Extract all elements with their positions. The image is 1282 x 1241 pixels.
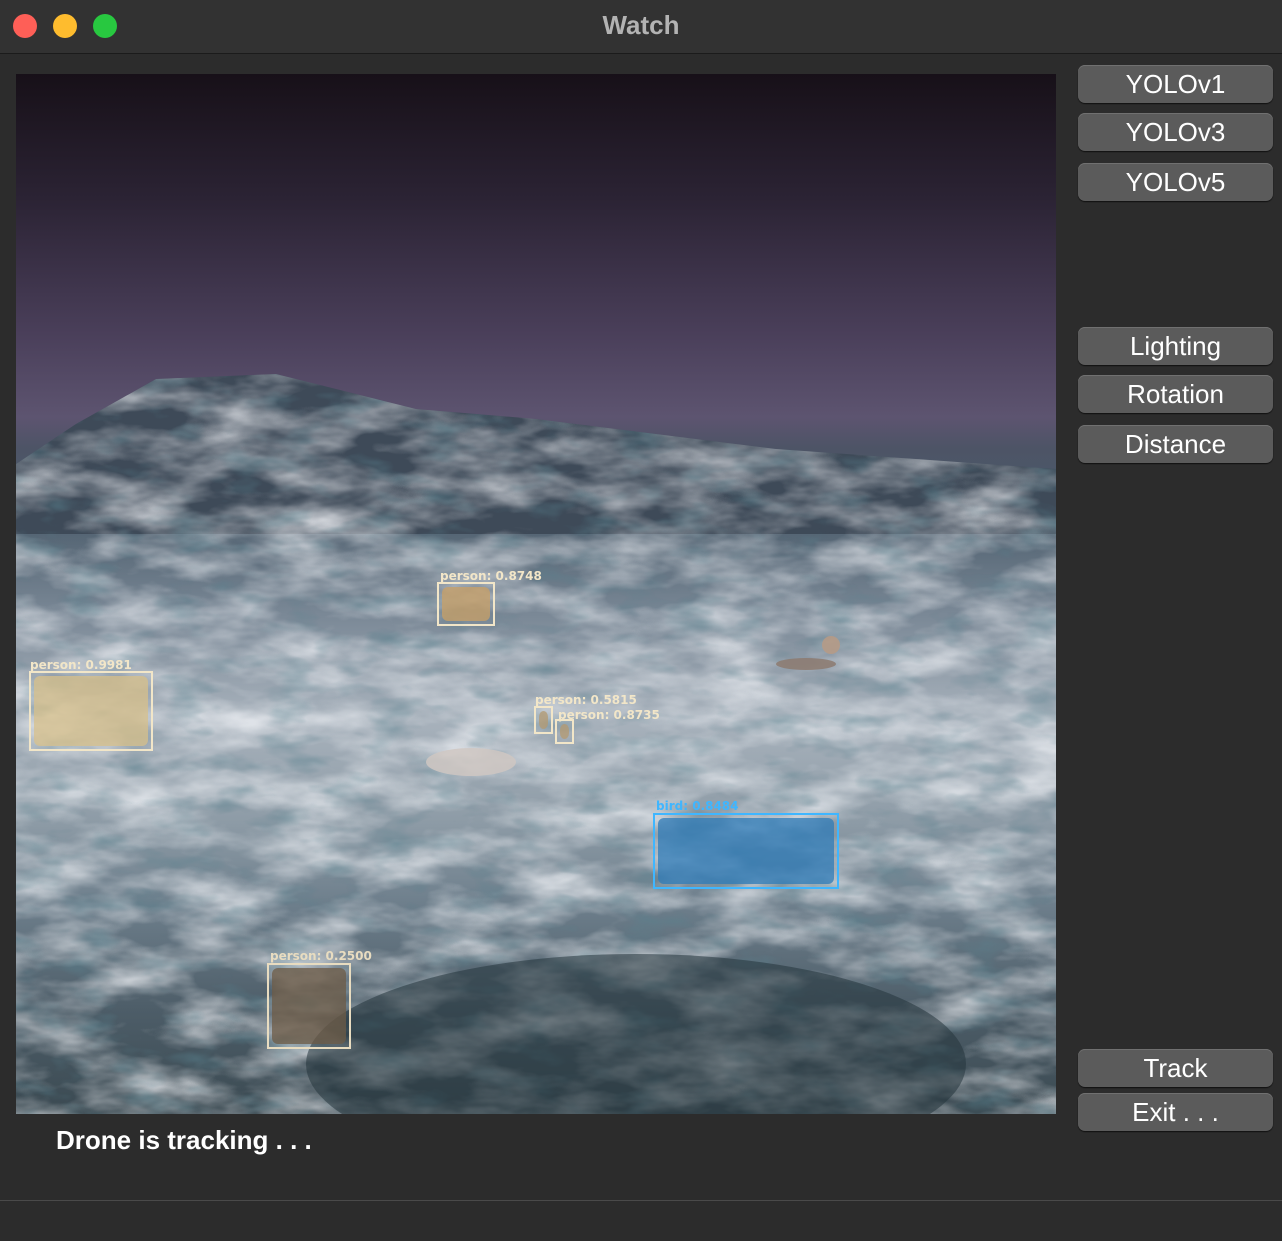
detection-label: bird: 0.8484 <box>656 799 739 813</box>
detection-label: person: 0.5815 <box>535 693 637 707</box>
detected-object <box>442 587 490 621</box>
detected-object <box>560 724 569 739</box>
detected-object <box>658 818 834 884</box>
detection-box: person: 0.9981 <box>29 658 153 751</box>
detection-label: person: 0.8735 <box>558 708 660 722</box>
status-bar <box>0 1200 1282 1241</box>
yolov5-button[interactable]: YOLOv5 <box>1078 163 1273 201</box>
status-text: Drone is tracking . . . <box>56 1125 312 1155</box>
lighting-button[interactable]: Lighting <box>1078 327 1273 365</box>
detected-object <box>272 968 346 1044</box>
yolov1-button[interactable]: YOLOv1 <box>1078 65 1273 103</box>
distance-button[interactable]: Distance <box>1078 425 1273 463</box>
window-title: Watch <box>602 10 680 40</box>
detected-object <box>539 711 548 729</box>
video-feed: person: 0.8748 person: 0.9981 person: 0.58… <box>16 74 1056 1114</box>
rotation-button[interactable]: Rotation <box>1078 375 1273 413</box>
yolov3-button[interactable]: YOLOv3 <box>1078 113 1273 151</box>
title-bar: Watch <box>0 0 1282 54</box>
exit-button[interactable]: Exit . . . <box>1078 1093 1273 1131</box>
detected-object <box>34 676 148 746</box>
detection-label: person: 0.2500 <box>270 949 372 963</box>
ocean-scene: person: 0.8748 person: 0.9981 person: 0.58… <box>16 354 1056 1114</box>
track-button[interactable]: Track <box>1078 1049 1273 1087</box>
detection-label: person: 0.9981 <box>30 658 132 672</box>
detection-label: person: 0.8748 <box>440 569 542 583</box>
